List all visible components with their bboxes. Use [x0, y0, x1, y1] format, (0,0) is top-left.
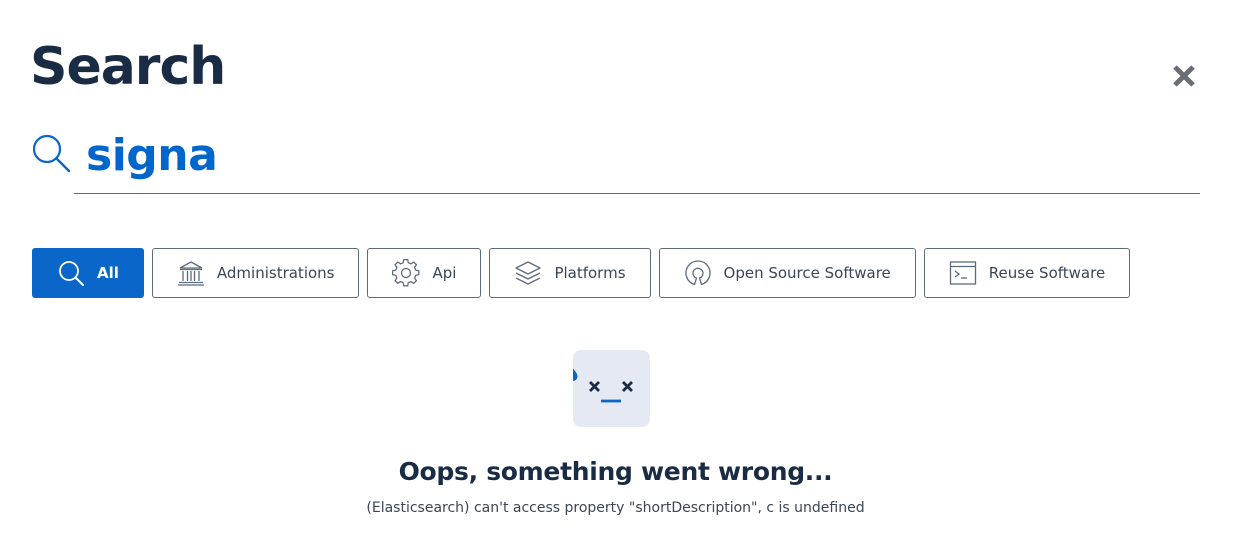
filter-reuse-software-button[interactable]: Reuse Software: [923, 248, 1131, 298]
error-message: (Elasticsearch) can't access property "s…: [366, 500, 865, 516]
filter-api-button[interactable]: Api: [367, 248, 482, 298]
open-source-icon: [684, 259, 712, 287]
search-icon: [32, 134, 71, 173]
search-bar: [30, 124, 1200, 196]
filter-administrations-button[interactable]: Administrations: [151, 248, 360, 298]
close-icon: [1173, 65, 1195, 87]
filter-label: Reuse Software: [988, 264, 1106, 282]
error-title: Oops, something went wrong...: [398, 457, 833, 486]
filter-label: Api: [432, 264, 457, 282]
filter-all-button[interactable]: All: [32, 248, 144, 298]
dizzy-face-icon: [568, 350, 650, 427]
filter-label: All: [97, 264, 119, 282]
terminal-icon: [949, 259, 977, 287]
gear-icon: [392, 259, 420, 287]
filter-label: Open Source Software: [723, 264, 891, 282]
search-input[interactable]: [74, 124, 1200, 194]
search-icon: [57, 259, 85, 287]
filter-label: Administrations: [216, 264, 335, 282]
layers-icon: [514, 259, 542, 287]
page-title: Search: [30, 37, 226, 97]
building-icon: [177, 259, 205, 287]
filter-label: Platforms: [554, 264, 626, 282]
error-state: Oops, something went wrong... (Elasticse…: [0, 350, 1231, 516]
filter-open-source-button[interactable]: Open Source Software: [658, 248, 916, 298]
filter-bar: All Administrations Api Platforms Open S…: [32, 248, 1131, 298]
filter-platforms-button[interactable]: Platforms: [489, 248, 651, 298]
close-button[interactable]: [1168, 60, 1200, 92]
